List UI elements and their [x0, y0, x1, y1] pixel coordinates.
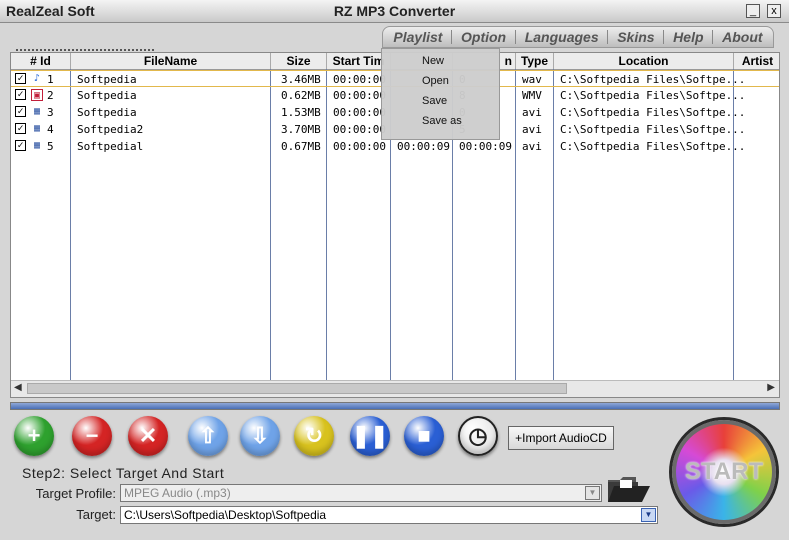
menu-item-save[interactable]: Save [422, 95, 447, 107]
menu-divider [451, 30, 453, 44]
cell-start: 00:00:00 [333, 89, 386, 102]
cell-type: avi [522, 106, 542, 119]
close-button[interactable]: x [767, 4, 781, 18]
music-note-icon: ♪ [33, 73, 41, 84]
cell-type: wav [522, 73, 542, 86]
cell-size: 1.53MB [281, 106, 321, 119]
menu-about[interactable]: About [718, 29, 766, 45]
scroll-thumb[interactable] [27, 383, 567, 394]
row-checkbox[interactable]: ✓ [15, 89, 26, 100]
target-profile-select[interactable]: MPEG Audio (.mp3) ▼ [120, 484, 602, 502]
stop-button[interactable]: ■ [404, 416, 444, 456]
menu-item-open[interactable]: Open [422, 75, 449, 87]
menu-divider [607, 30, 609, 44]
menu-divider [663, 30, 665, 44]
col-header-filename[interactable]: FileName [71, 53, 271, 69]
chevron-down-icon[interactable]: ▼ [585, 486, 600, 500]
cell-start: 00:00:00 [333, 123, 386, 136]
window-title: RZ MP3 Converter [333, 3, 456, 19]
scroll-right-icon[interactable]: ▶ [767, 382, 775, 393]
menu-skins[interactable]: Skins [613, 29, 658, 45]
folder-open-icon[interactable] [606, 474, 652, 504]
scroll-left-icon[interactable]: ◀ [14, 382, 22, 393]
menu-help[interactable]: Help [669, 29, 707, 45]
dotted-divider [16, 47, 154, 51]
target-profile-label: Target Profile: [35, 486, 116, 501]
video-file-icon: ▦ [33, 123, 41, 134]
cell-name: Softpedia [77, 106, 137, 119]
schedule-clock-button[interactable]: ◷ [458, 416, 498, 456]
cell-start: 00:00:00 [333, 140, 386, 153]
menu-languages[interactable]: Languages [521, 29, 603, 45]
menu-divider [712, 30, 714, 44]
cell-id: 1 [47, 73, 54, 86]
cell-start: 00:00:00 [333, 106, 386, 119]
cell-loc: C:\Softpedia Files\Softpe... [560, 73, 746, 86]
col-header-location[interactable]: Location [554, 53, 734, 69]
cell-start: 00:00:00 [333, 73, 386, 86]
refresh-button[interactable]: ↻ [294, 416, 334, 456]
cell-name: Softpedia [77, 73, 137, 86]
row-checkbox[interactable]: ✓ [15, 123, 26, 134]
cell-size: 0.67MB [281, 140, 321, 153]
cell-id: 4 [47, 123, 54, 136]
cell-name: Softpedial [77, 140, 144, 153]
menu-divider [514, 30, 516, 44]
cell-type: WMV [522, 89, 542, 102]
target-profile-value: MPEG Audio (.mp3) [124, 486, 231, 500]
table-row[interactable]: ✓ ▦ 5 Softpedial 0.67MB 00:00:00 00:00:09 00:00… [11, 138, 779, 155]
menu-item-new[interactable]: New [422, 55, 444, 67]
menu-playlist[interactable]: Playlist [389, 29, 446, 45]
chevron-down-icon[interactable]: ▼ [641, 508, 656, 522]
row-checkbox[interactable]: ✓ [15, 73, 26, 84]
step-label: Step2: Select Target And Start [22, 465, 225, 481]
minimize-button[interactable]: _ [746, 4, 760, 18]
menu-option[interactable]: Option [457, 29, 510, 45]
cell-id: 2 [47, 89, 54, 102]
move-down-button[interactable]: ⇩ [240, 416, 280, 456]
pause-button[interactable]: ❚❚ [350, 416, 390, 456]
target-label: Target: [76, 507, 116, 522]
cell-size: 3.70MB [281, 123, 321, 136]
remove-button[interactable]: − [72, 416, 112, 456]
video-file-icon: ▦ [33, 140, 41, 151]
progress-bar [10, 402, 780, 410]
video-file-icon: ▦ [33, 106, 41, 117]
cell-loc: C:\Softpedia Files\Softpe... [560, 89, 746, 102]
row-checkbox[interactable]: ✓ [15, 106, 26, 117]
row-checkbox[interactable]: ✓ [15, 140, 26, 151]
move-up-button[interactable]: ⇧ [188, 416, 228, 456]
cell-name: Softpedia [77, 89, 137, 102]
start-button[interactable]: START [672, 420, 776, 524]
import-audiocd-button[interactable]: +Import AudioCD [508, 426, 614, 450]
target-path-value: C:\Users\Softpedia\Desktop\Softpedia [124, 508, 327, 522]
target-path-field[interactable]: C:\Users\Softpedia\Desktop\Softpedia ▼ [120, 506, 658, 524]
cell-type: avi [522, 123, 542, 136]
cell-name: Softpedia2 [77, 123, 144, 136]
horizontal-scrollbar[interactable]: ◀ ▶ [11, 380, 779, 397]
cell-size: 3.46MB [281, 73, 321, 86]
cell-id: 3 [47, 106, 54, 119]
cell-end: 00:00:09 [397, 140, 450, 153]
menu-item-save-as[interactable]: Save as [422, 115, 462, 127]
clear-button[interactable]: ✕ [128, 416, 168, 456]
playlist-dropdown: New Open Save Save as [381, 48, 500, 140]
cell-type: avi [522, 140, 542, 153]
menu-bar: Playlist Option Languages Skins Help Abo… [382, 26, 774, 48]
col-header-id[interactable]: # Id [11, 53, 71, 69]
cell-id: 5 [47, 140, 54, 153]
add-button[interactable]: + [14, 416, 54, 456]
col-header-size[interactable]: Size [271, 53, 327, 69]
col-header-type[interactable]: Type [516, 53, 554, 69]
col-header-artist[interactable]: Artist [734, 53, 779, 69]
media-file-icon: ▣ [31, 89, 43, 101]
title-bar: RealZeal Soft RZ MP3 Converter _ x [0, 0, 789, 23]
cell-loc: C:\Softpedia Files\Softpe... [560, 140, 746, 153]
cell-size: 0.62MB [281, 89, 321, 102]
cell-loc: C:\Softpedia Files\Softpe... [560, 123, 746, 136]
cell-loc: C:\Softpedia Files\Softpe... [560, 106, 746, 119]
progress-fill [11, 403, 779, 409]
cell-dur: 00:00:09 [459, 140, 512, 153]
